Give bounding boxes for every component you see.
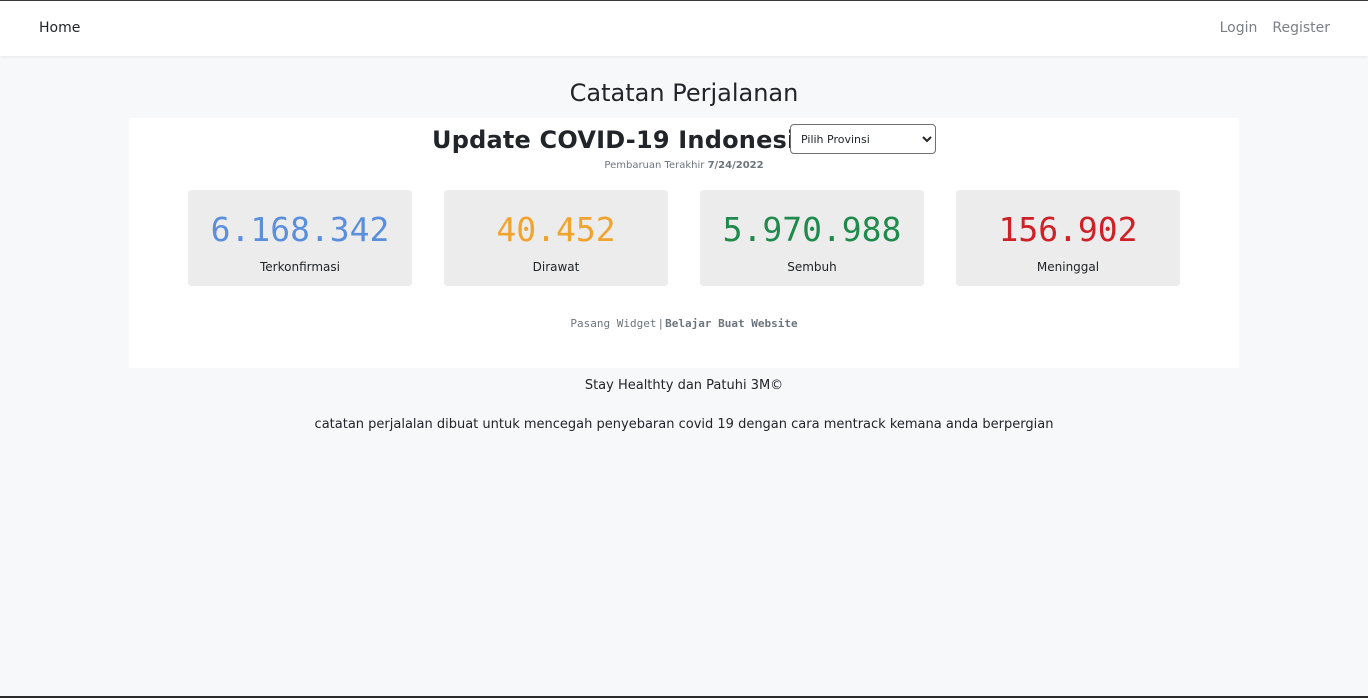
stat-value-recovered: 5.970.988 [722, 210, 902, 249]
nav-login-link[interactable]: Login [1220, 20, 1258, 36]
last-updated: Pembaruan Terakhir 7/24/2022 [129, 160, 1239, 171]
install-widget-link[interactable]: Pasang Widget [570, 317, 656, 330]
footer-tagline: Stay Healthty dan Patuhi 3M© [584, 378, 784, 393]
stat-value-deceased: 156.902 [998, 210, 1138, 249]
covid-widget: Update COVID-19 Indonesia Pilih Provinsi… [129, 118, 1239, 368]
widget-title: Update COVID-19 Indonesia [432, 126, 812, 154]
last-updated-date: 7/24/2022 [707, 160, 764, 171]
stat-label-treated: Dirawat [532, 260, 580, 274]
stat-card-recovered: 5.970.988 Sembuh [700, 190, 924, 286]
page-description: catatan perjalalan dibuat untuk mencegah… [314, 417, 1054, 432]
province-select[interactable]: Pilih Provinsi [790, 124, 936, 154]
stat-card-deceased: 156.902 Meninggal [956, 190, 1180, 286]
navbar: Home Login Register [0, 1, 1368, 56]
widget-links: Pasang Widget|Belajar Buat Website [129, 317, 1239, 330]
stat-card-confirmed: 6.168.342 Terkonfirmasi [188, 190, 412, 286]
nav-home-link[interactable]: Home [39, 20, 80, 36]
stat-label-deceased: Meninggal [1036, 260, 1100, 274]
link-separator: | [657, 317, 665, 330]
nav-register-link[interactable]: Register [1272, 20, 1330, 36]
stat-value-treated: 40.452 [496, 210, 616, 249]
stat-label-recovered: Sembuh [787, 260, 837, 274]
stat-card-treated: 40.452 Dirawat [444, 190, 668, 286]
stat-label-confirmed: Terkonfirmasi [260, 260, 340, 274]
page-title: Catatan Perjalanan [569, 79, 799, 107]
nav-auth-links: Login Register [1220, 20, 1330, 36]
last-updated-prefix: Pembaruan Terakhir [604, 160, 705, 171]
learn-website-link[interactable]: Belajar Buat Website [665, 317, 797, 330]
stat-value-confirmed: 6.168.342 [210, 210, 390, 249]
